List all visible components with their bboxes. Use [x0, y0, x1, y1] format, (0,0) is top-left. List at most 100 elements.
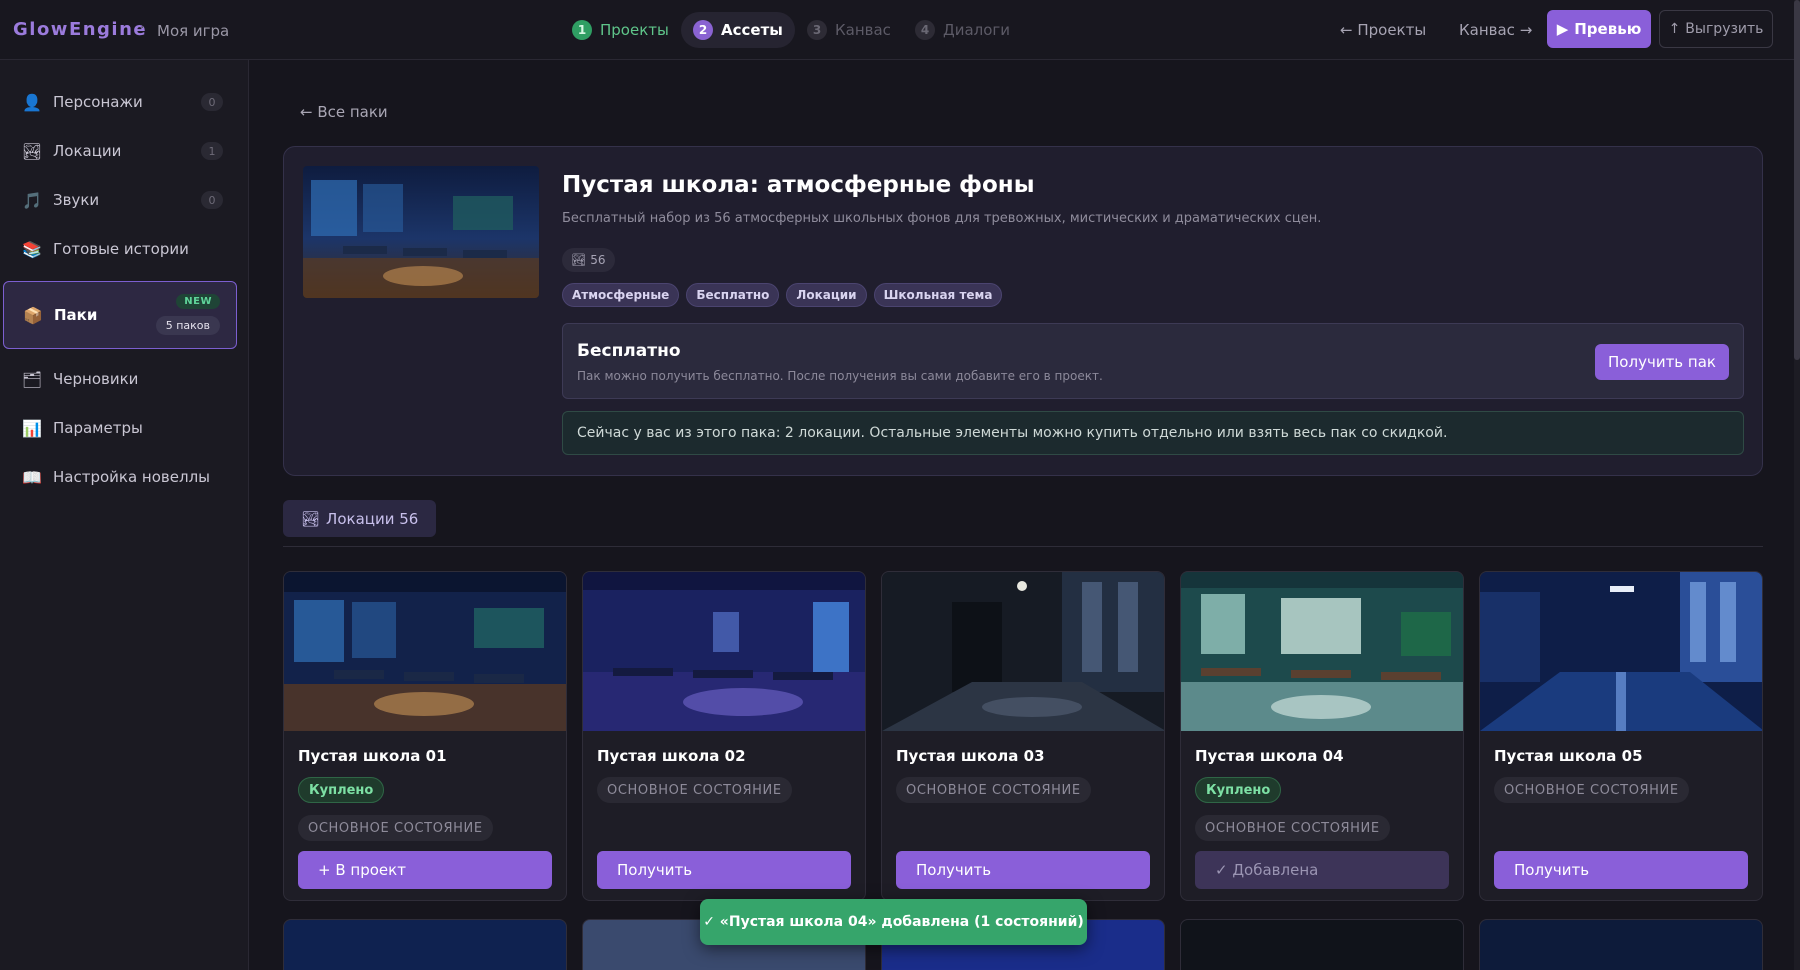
tag-free[interactable]: Бесплатно [686, 283, 780, 307]
step-number: 4 [915, 20, 935, 40]
sidebar-item-characters[interactable]: 👤 Персонажи 0 [3, 80, 237, 124]
pack-cover-image [303, 166, 539, 298]
step-canvas[interactable]: 3 Канвас [795, 12, 903, 48]
sidebar-item-label: Паки [54, 306, 98, 324]
sidebar-item-sounds[interactable]: 🎵 Звуки 0 [3, 178, 237, 222]
location-thumbnail [882, 572, 1164, 731]
pack-item-count: 🏞 56 [562, 248, 615, 272]
step-number: 2 [693, 20, 713, 40]
step-number: 3 [807, 20, 827, 40]
play-icon: ▶ [1556, 20, 1569, 38]
step-projects[interactable]: 1 Проекты [560, 12, 681, 48]
brand-separator: · [140, 20, 145, 36]
step-dialogs[interactable]: 4 Диалоги [903, 12, 1022, 48]
preview-label: Превью [1574, 20, 1642, 38]
scrollbar-thumb[interactable] [1794, 0, 1800, 360]
location-thumbnail [583, 572, 865, 731]
sidebar-item-label: Звуки [53, 191, 100, 209]
location-card[interactable]: Пустая школа 01 Куплено ОСНОВНОЕ СОСТОЯН… [283, 571, 567, 901]
sidebar-item-drafts[interactable]: 🗂 Черновики [3, 357, 237, 401]
card-title: Пустая школа 05 [1494, 747, 1643, 765]
sidebar-item-label: Готовые истории [53, 240, 189, 258]
pack-tags: Атмосферные Бесплатно Локации Школьная т… [562, 283, 1003, 307]
person-icon: 👤 [22, 92, 42, 112]
location-icon: 🏞 [301, 509, 321, 528]
location-thumbnail [284, 572, 566, 731]
get-button[interactable]: Получить [1494, 851, 1748, 889]
sidebar-item-packs[interactable]: 📦 Паки NEW 5 паков [3, 281, 237, 349]
price-note: Пак можно получить бесплатно. После полу… [577, 369, 1103, 383]
top-bar: GlowEngine · Моя игра 1 Проекты 2 Ассеты… [0, 0, 1800, 60]
location-card[interactable]: Пустая школа 02 ОСНОВНОЕ СОСТОЯНИЕ Получ… [582, 571, 866, 901]
location-icon: 🏞 [571, 253, 587, 267]
book-icon: 📖 [22, 467, 42, 487]
location-icon: 🏞 [21, 141, 43, 161]
card-title: Пустая школа 01 [298, 747, 447, 765]
location-card[interactable]: Пустая школа 05 ОСНОВНОЕ СОСТОЯНИЕ Получ… [1479, 571, 1763, 901]
location-card[interactable]: Пустая школа 04 Куплено ОСНОВНОЕ СОСТОЯН… [1180, 571, 1464, 901]
toast-notification: ✓ «Пустая школа 04» добавлена (1 состоян… [700, 899, 1087, 945]
sidebar-item-novel-settings[interactable]: 📖 Настройка новеллы [3, 455, 237, 499]
location-card-partial[interactable] [283, 919, 567, 970]
tab-label: Локации 56 [326, 509, 419, 528]
pack-description: Бесплатный набор из 56 атмосферных школь… [562, 211, 1322, 226]
export-button[interactable]: ↑ Выгрузить [1659, 10, 1773, 48]
sidebar-item-label: Черновики [53, 370, 139, 388]
step-label: Канвас [835, 21, 891, 39]
added-button[interactable]: ✓ Добавлена [1195, 851, 1449, 889]
sidebar-item-count: 0 [201, 93, 223, 111]
add-to-project-button[interactable]: + В проект [298, 851, 552, 889]
new-badge: NEW [176, 294, 220, 309]
sidebar-item-label: Персонажи [53, 93, 143, 111]
bought-badge: Куплено [298, 777, 385, 803]
chart-icon: 📊 [22, 418, 42, 438]
tag-school-theme[interactable]: Школьная тема [873, 283, 1003, 307]
back-to-all-packs-link[interactable]: ← Все паки [300, 103, 388, 121]
location-card-partial[interactable] [1479, 919, 1763, 970]
ownership-info: Сейчас у вас из этого пака: 2 локации. О… [562, 411, 1744, 455]
step-label: Проекты [600, 21, 669, 39]
package-icon: 📦 [23, 305, 43, 325]
sidebar-item-stories[interactable]: 📚 Готовые истории [3, 227, 237, 271]
get-button[interactable]: Получить [597, 851, 851, 889]
bought-badge: Куплено [1195, 777, 1282, 803]
tag-locations[interactable]: Локации [786, 283, 867, 307]
location-thumbnail [1480, 572, 1762, 731]
sidebar-item-label: Параметры [53, 419, 143, 437]
stories-icon: 📚 [22, 239, 42, 259]
tag-atmospheric[interactable]: Атмосферные [562, 283, 680, 307]
step-assets[interactable]: 2 Ассеты [681, 12, 795, 48]
location-thumbnail [1181, 572, 1463, 731]
state-badge: ОСНОВНОЕ СОСТОЯНИЕ [298, 815, 493, 841]
pack-count-value: 56 [590, 253, 606, 267]
scrollbar[interactable] [1794, 0, 1800, 970]
get-pack-button[interactable]: Получить пак [1595, 344, 1729, 380]
go-to-canvas-link[interactable]: Канвас → [1459, 21, 1532, 39]
step-number: 1 [572, 20, 592, 40]
sidebar-item-count: 1 [201, 142, 223, 160]
sidebar-item-label: Настройка новеллы [53, 468, 210, 486]
get-button[interactable]: Получить [896, 851, 1150, 889]
location-card[interactable]: Пустая школа 03 ОСНОВНОЕ СОСТОЯНИЕ Получ… [881, 571, 1165, 901]
pack-title: Пустая школа: атмосферные фоны [562, 172, 1035, 198]
sidebar-item-parameters[interactable]: 📊 Параметры [3, 406, 237, 450]
tab-locations[interactable]: 🏞 Локации 56 [283, 500, 437, 537]
music-icon: 🎵 [22, 190, 42, 210]
back-to-projects-link[interactable]: ← Проекты [1340, 21, 1426, 39]
sidebar-item-locations[interactable]: 🏞 Локации 1 [3, 129, 237, 173]
location-card-partial[interactable] [1180, 919, 1464, 970]
preview-button[interactable]: ▶ Превью [1547, 10, 1651, 48]
state-badge: ОСНОВНОЕ СОСТОЯНИЕ [597, 777, 792, 803]
state-badge: ОСНОВНОЕ СОСТОЯНИЕ [1494, 777, 1689, 803]
sidebar: 👤 Персонажи 0 🏞 Локации 1 🎵 Звуки 0 📚 Го… [0, 60, 249, 970]
step-label: Ассеты [721, 21, 783, 39]
card-title: Пустая школа 02 [597, 747, 746, 765]
card-title: Пустая школа 04 [1195, 747, 1344, 765]
brand-logo[interactable]: GlowEngine [13, 19, 147, 40]
export-label: Выгрузить [1685, 21, 1764, 37]
state-badge: ОСНОВНОЕ СОСТОЯНИЕ [896, 777, 1091, 803]
upload-icon: ↑ [1668, 21, 1681, 37]
packs-count-badge: 5 паков [155, 316, 220, 335]
price-box: Бесплатно Пак можно получить бесплатно. … [562, 323, 1744, 399]
card-title: Пустая школа 03 [896, 747, 1045, 765]
